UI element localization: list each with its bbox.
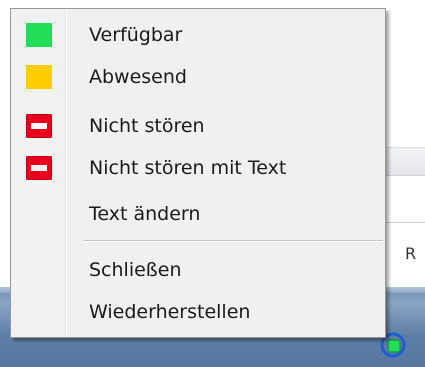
menu-item-label: Nicht stören	[89, 115, 205, 137]
menu-item-label: Schließen	[89, 259, 182, 281]
menu-item-label: Text ändern	[89, 203, 201, 225]
menu-item-away[interactable]: Abwesend	[13, 56, 383, 98]
menu-item-label: Verfügbar	[89, 24, 183, 46]
status-do-not-disturb-text-icon	[26, 156, 54, 180]
tray-context-menu: Verfügbar Abwesend Nicht stören Nicht st…	[10, 8, 386, 338]
menu-item-change-text[interactable]: Text ändern	[13, 193, 383, 235]
status-do-not-disturb-icon	[26, 114, 54, 138]
menu-separator	[83, 240, 383, 242]
status-available-icon	[26, 23, 54, 47]
menu-item-available[interactable]: Verfügbar	[13, 14, 383, 56]
menu-item-close[interactable]: Schließen	[13, 249, 383, 291]
status-away-icon	[26, 65, 54, 89]
menu-item-do-not-disturb[interactable]: Nicht stören	[13, 105, 383, 147]
background-partial-text: R	[405, 244, 417, 263]
menu-item-restore[interactable]: Wiederherstellen	[13, 291, 383, 333]
menu-item-label: Abwesend	[89, 66, 187, 88]
menu-item-do-not-disturb-with-text[interactable]: Nicht stören mit Text	[13, 147, 383, 189]
menu-item-label: Nicht stören mit Text	[89, 157, 287, 179]
menu-item-label: Wiederherstellen	[89, 301, 251, 323]
background-toolbar-strip	[386, 147, 425, 176]
